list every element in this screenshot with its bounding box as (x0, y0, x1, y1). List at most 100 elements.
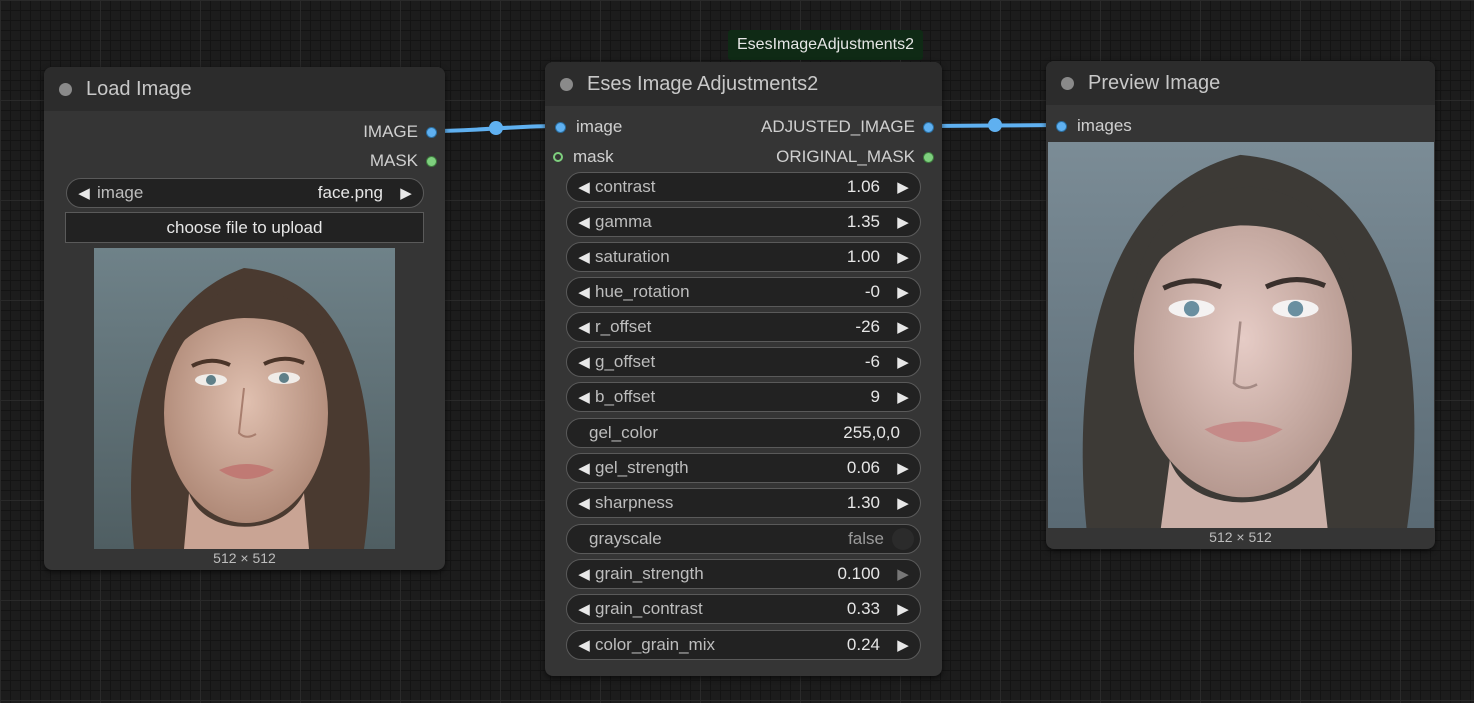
widget-value: 1.06 (846, 177, 880, 196)
decrement-arrow-icon[interactable]: ◀ (573, 459, 595, 477)
gel-color-widget[interactable]: gel_color 255,0,0 (566, 418, 921, 448)
widget-label: hue_rotation (595, 282, 690, 301)
increment-arrow-icon[interactable]: ▶ (892, 565, 914, 583)
load-image-node[interactable]: Load Image IMAGE MASK ◀ image face.png ▶… (44, 67, 445, 570)
slot-dot-icon[interactable] (923, 151, 934, 163)
decrement-arrow-icon[interactable]: ◀ (573, 178, 595, 196)
decrement-arrow-icon[interactable]: ◀ (573, 318, 595, 336)
increment-arrow-icon[interactable]: ▶ (892, 213, 914, 231)
widget-label: grayscale (589, 529, 662, 548)
decrement-arrow-icon[interactable]: ◀ (573, 213, 595, 231)
gel-strength-widget[interactable]: ◀ gel_strength 0.06 ▶ (566, 453, 921, 483)
slot-label: MASK (369, 151, 418, 170)
slot-dot-icon[interactable] (426, 155, 437, 167)
widget-label: color_grain_mix (595, 635, 715, 654)
contrast-widget[interactable]: ◀ contrast 1.06 ▶ (566, 172, 921, 202)
collapse-dot-icon[interactable] (560, 77, 573, 91)
increment-arrow-icon[interactable]: ▶ (892, 459, 914, 477)
widget-label: grain_strength (595, 564, 704, 583)
slot-dot-icon[interactable] (553, 152, 563, 162)
decrement-arrow-icon[interactable]: ◀ (573, 636, 595, 654)
output-slot-image[interactable]: IMAGE (363, 122, 437, 142)
grain-strength-widget[interactable]: ◀ grain_strength 0.100 ▶ (566, 559, 921, 589)
increment-arrow-icon[interactable]: ▶ (892, 494, 914, 512)
increment-arrow-icon[interactable]: ▶ (892, 283, 914, 301)
gamma-widget[interactable]: ◀ gamma 1.35 ▶ (566, 207, 921, 237)
slot-label: ORIGINAL_MASK (776, 147, 915, 166)
widget-value: face.png (317, 183, 383, 202)
widget-value: -26 (855, 317, 880, 336)
slot-dot-icon[interactable] (426, 126, 437, 138)
slot-label: mask (573, 147, 614, 166)
slot-dot-icon[interactable] (1056, 120, 1067, 132)
node-header[interactable]: Eses Image Adjustments2 (545, 62, 942, 106)
output-slot-mask[interactable]: MASK (370, 151, 437, 171)
increment-arrow-icon[interactable]: ▶ (892, 178, 914, 196)
slot-label: IMAGE (363, 122, 418, 141)
preview-image-node[interactable]: Preview Image images 512 × 512 (1046, 61, 1435, 549)
b-offset-widget[interactable]: ◀ b_offset 9 ▶ (566, 382, 921, 412)
decrement-arrow-icon[interactable]: ◀ (573, 248, 595, 266)
widget-label: gel_color (589, 423, 658, 442)
node-header[interactable]: Preview Image (1046, 61, 1435, 105)
left-arrow-icon[interactable]: ◀ (73, 184, 95, 202)
widget-value: 9 (870, 387, 880, 406)
decrement-arrow-icon[interactable]: ◀ (573, 388, 595, 406)
g-offset-widget[interactable]: ◀ g_offset -6 ▶ (566, 347, 921, 377)
decrement-arrow-icon[interactable]: ◀ (573, 353, 595, 371)
input-slot-mask[interactable]: mask (553, 147, 614, 167)
adjusted-image-preview (1048, 142, 1434, 528)
widget-value: 0.24 (846, 635, 880, 654)
toggle-knob-icon[interactable] (892, 528, 914, 550)
widget-value: 0.100 (837, 564, 880, 583)
widget-value: false (848, 529, 884, 548)
output-slot-original-mask[interactable]: ORIGINAL_MASK (776, 147, 934, 167)
saturation-widget[interactable]: ◀ saturation 1.00 ▶ (566, 242, 921, 272)
right-arrow-icon[interactable]: ▶ (395, 184, 417, 202)
link-midpoint-1[interactable] (489, 121, 503, 135)
widget-value: 0.33 (846, 599, 880, 618)
input-slot-image[interactable]: image (555, 117, 622, 137)
preview-size-label: 512 × 512 (213, 550, 276, 566)
node-title: Eses Image Adjustments2 (587, 72, 819, 95)
decrement-arrow-icon[interactable]: ◀ (573, 283, 595, 301)
source-image-preview (94, 248, 395, 549)
collapse-dot-icon[interactable] (59, 82, 72, 96)
increment-arrow-icon[interactable]: ▶ (892, 600, 914, 618)
increment-arrow-icon[interactable]: ▶ (892, 636, 914, 654)
widget-label: sharpness (595, 493, 674, 512)
widget-value: -6 (864, 352, 880, 371)
image-combo-widget[interactable]: ◀ image face.png ▶ (66, 178, 424, 208)
slot-label: images (1077, 116, 1132, 135)
r-offset-widget[interactable]: ◀ r_offset -26 ▶ (566, 312, 921, 342)
increment-arrow-icon[interactable]: ▶ (892, 248, 914, 266)
grain-contrast-widget[interactable]: ◀ grain_contrast 0.33 ▶ (566, 594, 921, 624)
slot-dot-icon[interactable] (555, 121, 566, 133)
decrement-arrow-icon[interactable]: ◀ (573, 494, 595, 512)
increment-arrow-icon[interactable]: ▶ (892, 353, 914, 371)
hue-rotation-widget[interactable]: ◀ hue_rotation -0 ▶ (566, 277, 921, 307)
image-adjustments-node[interactable]: Eses Image Adjustments2 image mask ADJUS… (545, 62, 942, 676)
collapse-dot-icon[interactable] (1061, 76, 1074, 90)
sharpness-widget[interactable]: ◀ sharpness 1.30 ▶ (566, 488, 921, 518)
widget-label: r_offset (595, 317, 652, 336)
node-header[interactable]: Load Image (44, 67, 445, 111)
slot-label: ADJUSTED_IMAGE (761, 117, 915, 136)
widget-label: contrast (595, 177, 656, 196)
widget-value: 1.35 (846, 212, 880, 231)
preview-size-label: 512 × 512 (1209, 529, 1272, 545)
widget-value: 1.00 (846, 247, 880, 266)
decrement-arrow-icon[interactable]: ◀ (573, 565, 595, 583)
color-grain-mix-widget[interactable]: ◀ color_grain_mix 0.24 ▶ (566, 630, 921, 660)
increment-arrow-icon[interactable]: ▶ (892, 388, 914, 406)
link-midpoint-2[interactable] (988, 118, 1002, 132)
node-title: Load Image (86, 77, 192, 100)
upload-button[interactable]: choose file to upload (65, 212, 424, 243)
output-slot-adjusted-image[interactable]: ADJUSTED_IMAGE (761, 117, 934, 137)
grayscale-toggle[interactable]: grayscale false (566, 524, 921, 554)
increment-arrow-icon[interactable]: ▶ (892, 318, 914, 336)
input-slot-images[interactable]: images (1056, 116, 1132, 136)
decrement-arrow-icon[interactable]: ◀ (573, 600, 595, 618)
slot-dot-icon[interactable] (923, 121, 934, 133)
widget-label: gel_strength (595, 458, 689, 477)
